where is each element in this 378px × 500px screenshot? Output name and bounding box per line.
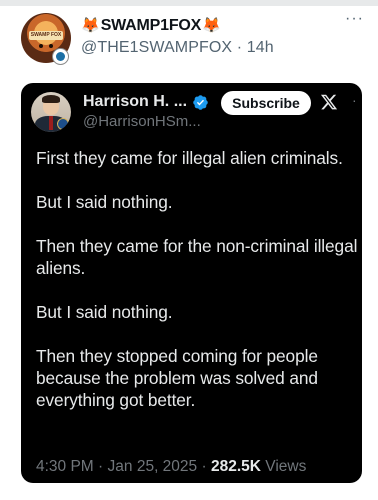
author-handle[interactable]: @THE1SWAMPFOX bbox=[81, 39, 232, 56]
embedded-author-avatar bbox=[31, 92, 71, 132]
views-count: 282.5K bbox=[210, 458, 261, 475]
author-name-row[interactable]: 🦊 SWAMP1FOX 🦊 bbox=[81, 15, 221, 37]
tweet-paragraph: But I said nothing. bbox=[36, 192, 173, 212]
tweet-paragraph: But I said nothing. bbox=[36, 302, 173, 322]
verified-icon bbox=[193, 94, 208, 110]
tweet-date: Jan 25, 2025 bbox=[107, 458, 198, 475]
post-timestamp[interactable]: 14h bbox=[247, 39, 274, 56]
fox-emoji-icon: 🦊 bbox=[81, 17, 100, 34]
avatar-banner: SWAMP FOX bbox=[29, 31, 63, 40]
tweet-paragraph: Then they came for the non-criminal ille… bbox=[36, 236, 358, 278]
badge-icon bbox=[52, 48, 69, 65]
tweet-text: First they came for illegal alien crimin… bbox=[36, 147, 362, 433]
meta-separator: · bbox=[201, 458, 207, 475]
x-logo-icon bbox=[320, 94, 338, 110]
more-icon[interactable]: ··· bbox=[345, 10, 364, 28]
tweet-paragraph: First they came for illegal alien crimin… bbox=[36, 148, 343, 168]
tweet-time: 4:30 PM bbox=[36, 458, 94, 475]
meta-separator: · bbox=[98, 458, 104, 475]
views-label: Views bbox=[265, 458, 307, 475]
tweet-paragraph: Then they stopped coming for people beca… bbox=[36, 346, 318, 410]
embedded-handle: @HarrisonHSm... bbox=[83, 113, 201, 130]
subscribe-button: Subscribe bbox=[221, 91, 311, 115]
avatar-eyes bbox=[38, 44, 54, 48]
author-handle-row: @THE1SWAMPFOX · 14h bbox=[81, 39, 274, 57]
tweet-meta: 4:30 PM · Jan 25, 2025 · 282.5K Views bbox=[36, 458, 306, 476]
embedded-more-icon: · bbox=[352, 92, 357, 108]
separator-dot: · bbox=[236, 39, 243, 56]
embedded-tweet-image[interactable]: Harrison H. ... @HarrisonHSm... Subscrib… bbox=[21, 83, 362, 483]
embedded-display-name: Harrison H. ... bbox=[83, 93, 188, 110]
flag-pin-icon bbox=[57, 118, 69, 130]
fox-emoji-icon: 🦊 bbox=[202, 17, 221, 34]
author-display-name[interactable]: SWAMP1FOX bbox=[100, 17, 202, 35]
top-divider bbox=[0, 0, 378, 6]
embedded-name-row: Harrison H. ... bbox=[83, 92, 209, 112]
